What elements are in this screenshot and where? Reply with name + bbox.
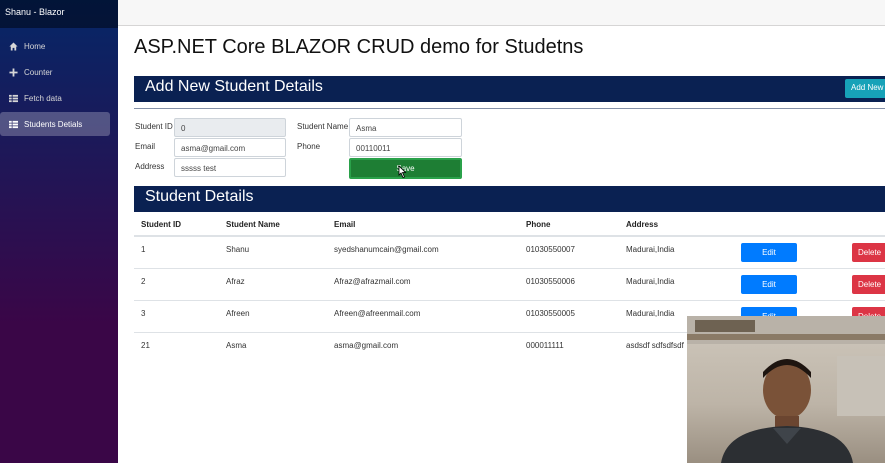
cell-email: syedshanumcain@gmail.com <box>334 245 439 254</box>
cell-address: asdsdf sdfsdfsdf <box>626 341 684 350</box>
sidebar-item-label: Home <box>24 41 46 51</box>
table-header-divider <box>134 235 885 237</box>
row-divider <box>134 300 885 301</box>
row-divider <box>134 268 885 269</box>
plus-icon <box>8 67 18 77</box>
edit-button[interactable]: Edit <box>741 243 797 262</box>
sidebar-item-home[interactable]: Home <box>0 34 110 58</box>
cell-address: Madurai,India <box>626 309 675 318</box>
student-name-field[interactable]: Asma <box>349 118 462 137</box>
sidebar: Shanu - Blazor Home Counter Fetch data S… <box>0 0 118 463</box>
top-bar <box>118 0 885 26</box>
cell-phone: 01030550006 <box>526 277 575 286</box>
mouse-cursor-icon <box>397 165 407 184</box>
sidebar-item-label: Fetch data <box>24 93 62 103</box>
delete-button[interactable]: Delete <box>852 275 885 294</box>
cell-student-id: 1 <box>141 245 146 254</box>
webcam-overlay <box>687 316 885 463</box>
cell-student-id: 2 <box>141 277 146 286</box>
sidebar-item-label: Students Detials <box>24 119 83 129</box>
cell-address: Madurai,India <box>626 277 675 286</box>
sidebar-item-students-detials[interactable]: Students Detials <box>0 112 110 136</box>
email-label: Email <box>135 142 156 151</box>
divider <box>134 108 885 109</box>
sidebar-item-counter[interactable]: Counter <box>0 60 110 84</box>
email-field[interactable]: asma@gmail.com <box>174 138 286 157</box>
student-id-label: Student ID <box>135 122 173 131</box>
cell-email: Afraz@afrazmail.com <box>334 277 411 286</box>
sidebar-nav: Home Counter Fetch data Students Detials <box>0 28 118 136</box>
cell-email: asma@gmail.com <box>334 341 399 350</box>
list-icon <box>8 93 18 103</box>
sidebar-item-label: Counter <box>24 67 53 77</box>
list-icon <box>8 119 18 129</box>
student-details-header: Student Details <box>134 186 885 212</box>
cell-student-name: Asma <box>226 341 247 350</box>
cell-phone: 01030550007 <box>526 245 575 254</box>
cell-student-name: Shanu <box>226 245 250 254</box>
column-header-student-id: Student ID <box>141 220 181 229</box>
page-title: ASP.NET Core BLAZOR CRUD demo for Studet… <box>134 36 584 58</box>
student-id-field: 0 <box>174 118 286 137</box>
edit-button[interactable]: Edit <box>741 275 797 294</box>
add-student-header: Add New Student Details <box>134 76 885 102</box>
cell-phone: 000011111 <box>526 341 564 350</box>
cell-phone: 01030550005 <box>526 309 575 318</box>
home-icon <box>8 41 18 51</box>
student-name-label: Student Name <box>297 122 349 131</box>
address-label: Address <box>135 162 165 171</box>
column-header-address: Address <box>626 220 659 229</box>
cell-student-name: Afreen <box>226 309 250 318</box>
phone-field[interactable]: 00110011 <box>349 138 462 157</box>
brand-title[interactable]: Shanu - Blazor <box>0 0 118 28</box>
presenter-video <box>687 316 885 463</box>
column-header-phone: Phone <box>526 220 551 229</box>
add-new-button[interactable]: Add New <box>845 79 885 98</box>
cell-student-name: Afraz <box>226 277 245 286</box>
cell-student-id: 3 <box>141 309 146 318</box>
phone-label: Phone <box>297 142 321 151</box>
sidebar-item-fetch-data[interactable]: Fetch data <box>0 86 110 110</box>
column-header-email: Email <box>334 220 356 229</box>
cell-email: Afreen@afreenmail.com <box>334 309 421 318</box>
delete-button[interactable]: Delete <box>852 243 885 262</box>
column-header-student-name: Student Name <box>226 220 280 229</box>
cell-address: Madurai,India <box>626 245 675 254</box>
address-field[interactable]: sssss test <box>174 158 286 177</box>
cell-student-id: 21 <box>141 341 150 350</box>
